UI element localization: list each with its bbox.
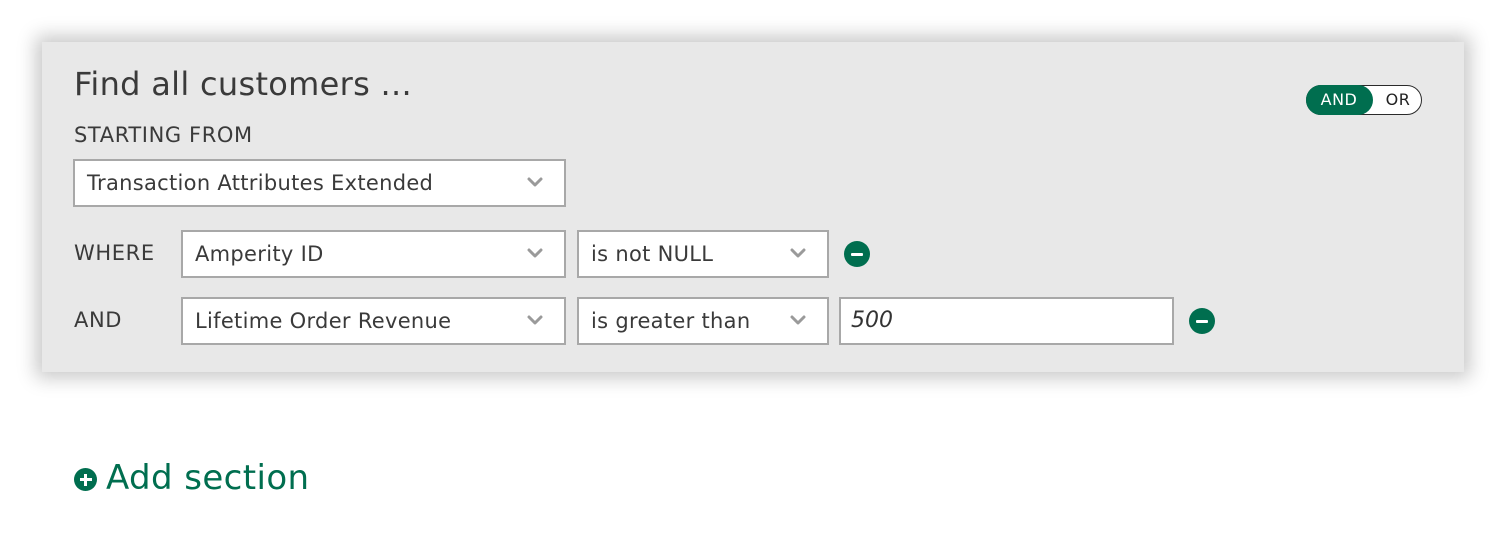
where-label: WHERE [74,241,155,265]
chevron-down-icon [527,177,543,187]
chevron-down-icon [790,315,806,325]
remove-condition-icon[interactable] [1189,308,1215,334]
condition-operator-select[interactable]: is greater than [577,297,829,345]
chevron-down-icon [790,248,806,258]
chevron-down-icon [527,315,543,325]
condition-operator-select[interactable]: is not NULL [577,230,829,278]
starting-table-select[interactable]: Transaction Attributes Extended [73,159,566,207]
plus-circle-icon [74,468,97,491]
add-section-button[interactable]: Add section [74,456,310,500]
starting-from-label: STARTING FROM [74,123,253,147]
starting-table-value: Transaction Attributes Extended [87,171,434,195]
remove-condition-icon[interactable] [844,241,870,267]
toggle-and-option[interactable]: AND [1305,84,1373,115]
segment-panel: Find all customers ... AND OR STARTING F… [42,42,1464,372]
condition-field-select[interactable]: Amperity ID [181,230,566,278]
segment-title: Find all customers ... [74,65,412,103]
and-or-toggle[interactable]: AND OR [1305,84,1423,115]
condition-field-value: Lifetime Order Revenue [195,309,452,333]
add-section-label: Add section [106,458,310,498]
condition-field-value: Amperity ID [195,242,324,266]
condition-field-select[interactable]: Lifetime Order Revenue [181,297,566,345]
chevron-down-icon [527,248,543,258]
condition-value-input[interactable]: 500 [839,297,1174,345]
condition-operator-value: is not NULL [591,242,714,266]
condition-operator-value: is greater than [591,309,751,333]
and-label: AND [74,308,123,332]
toggle-or-option[interactable]: OR [1373,85,1423,115]
